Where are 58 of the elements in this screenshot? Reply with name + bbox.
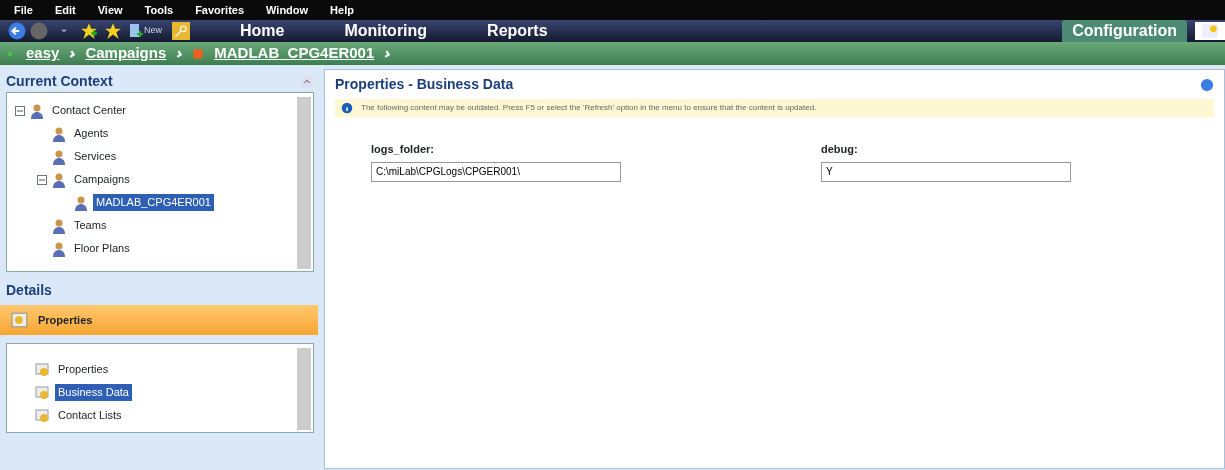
tree-item[interactable]: Floor Plans xyxy=(71,240,133,257)
people-icon xyxy=(51,217,67,234)
back-icon xyxy=(8,22,26,40)
expander-icon[interactable] xyxy=(15,105,25,116)
field-label: logs_folder: xyxy=(371,142,435,157)
people-icon xyxy=(51,125,67,142)
item-icon xyxy=(35,384,51,401)
properties-icon xyxy=(10,311,30,329)
item-icon xyxy=(35,407,51,424)
tree-item[interactable]: Teams xyxy=(71,217,110,234)
item-icon xyxy=(35,361,51,378)
detail-item[interactable]: Properties xyxy=(55,361,112,378)
expander-icon[interactable] xyxy=(37,174,47,185)
people-icon xyxy=(51,240,67,257)
tree-item[interactable]: MADLAB_CPG4ER001 xyxy=(93,194,214,211)
favorite-icon xyxy=(104,22,122,40)
notice-text: The following content may be outdated. Press F5 or select the 'Refresh' option in the menu to ensure that the content is updated. xyxy=(361,102,817,114)
menu-item[interactable]: File xyxy=(14,0,33,20)
panel-title: Details xyxy=(6,281,53,300)
section-title: Properties xyxy=(38,312,93,328)
tree-item[interactable]: Campaigns xyxy=(71,171,133,188)
menu-item[interactable]: Tools xyxy=(144,0,174,20)
nav-tab[interactable]: Reports xyxy=(477,20,558,42)
tree-item[interactable]: Services xyxy=(71,148,120,165)
field-label: debug: xyxy=(821,142,859,157)
collapse-icon xyxy=(300,74,314,89)
people-icon xyxy=(51,171,67,188)
square-icon xyxy=(192,47,205,60)
info-icon xyxy=(341,102,353,114)
add-favorite-icon xyxy=(80,22,98,40)
menu-item[interactable]: View xyxy=(97,0,123,20)
people-icon xyxy=(29,102,45,119)
breadcrumb-link[interactable]: MADLAB_CPG4ER001 xyxy=(214,42,375,65)
menu-item[interactable]: Window xyxy=(266,0,309,20)
panel-title: Current Context xyxy=(6,72,113,91)
tree-item[interactable]: Agents xyxy=(71,125,112,142)
input-field[interactable]: Y xyxy=(821,161,1071,182)
page-title: Properties - Business Data xyxy=(335,75,514,94)
nav-tab[interactable]: Configuration xyxy=(1062,20,1187,42)
menu-item[interactable]: Help xyxy=(330,0,354,20)
breadcrumb-link[interactable]: Campaigns xyxy=(85,42,167,65)
people-icon xyxy=(51,148,67,165)
separator-icon xyxy=(384,49,391,58)
document-add-icon xyxy=(128,23,144,39)
nav-tab[interactable]: Monitoring xyxy=(334,20,438,42)
breadcrumb-link[interactable]: easy xyxy=(26,42,60,65)
tree-item[interactable]: Contact Center xyxy=(49,102,129,119)
menu-item[interactable]: Favorites xyxy=(195,0,245,20)
detail-item[interactable]: Business Data xyxy=(55,384,132,401)
key-icon xyxy=(172,22,190,40)
separator-icon xyxy=(69,49,76,58)
people-icon xyxy=(73,194,89,211)
separator-icon xyxy=(176,49,183,58)
input-field[interactable]: C:\miLab\CPGLogs\CPGER001\ xyxy=(371,161,621,182)
new-button[interactable]: New xyxy=(128,23,162,39)
nav-tab[interactable]: Home xyxy=(230,20,295,42)
detail-item[interactable]: Contact Lists xyxy=(55,407,125,424)
menu-item[interactable]: Edit xyxy=(54,0,76,20)
